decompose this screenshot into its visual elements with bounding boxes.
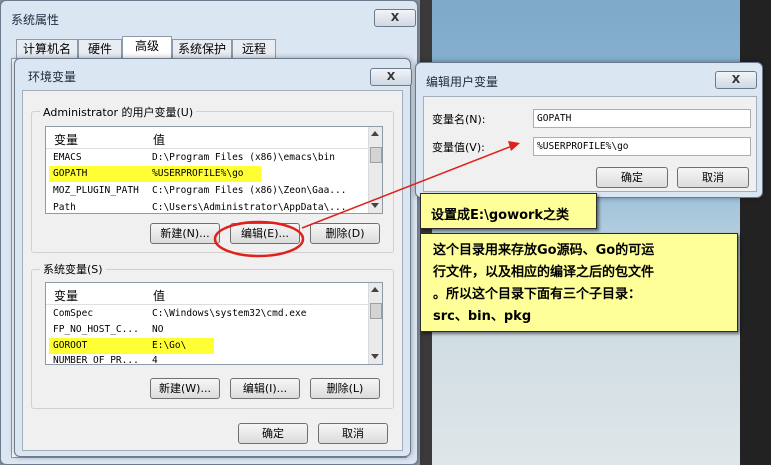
note-line: 行文件，以及相应的编译之后的包文件 <box>433 265 655 280</box>
annotation-note-long: 这个目录用来存放Go源码、Go的可运 行文件，以及相应的编译之后的包文件 。所以… <box>420 233 738 332</box>
red-arrow-head <box>508 141 520 151</box>
note-line: 。所以这个目录下面有三个子目录： <box>433 287 642 302</box>
note-line: 这个目录用来存放Go源码、Go的可运 <box>433 243 655 258</box>
note-line: src、bin、pkg <box>433 309 532 324</box>
note-text: 设置成E:\gowork之类 <box>431 208 570 223</box>
annotation-note-short: 设置成E:\gowork之类 <box>420 193 597 229</box>
red-ellipse-edit-button <box>213 220 305 258</box>
